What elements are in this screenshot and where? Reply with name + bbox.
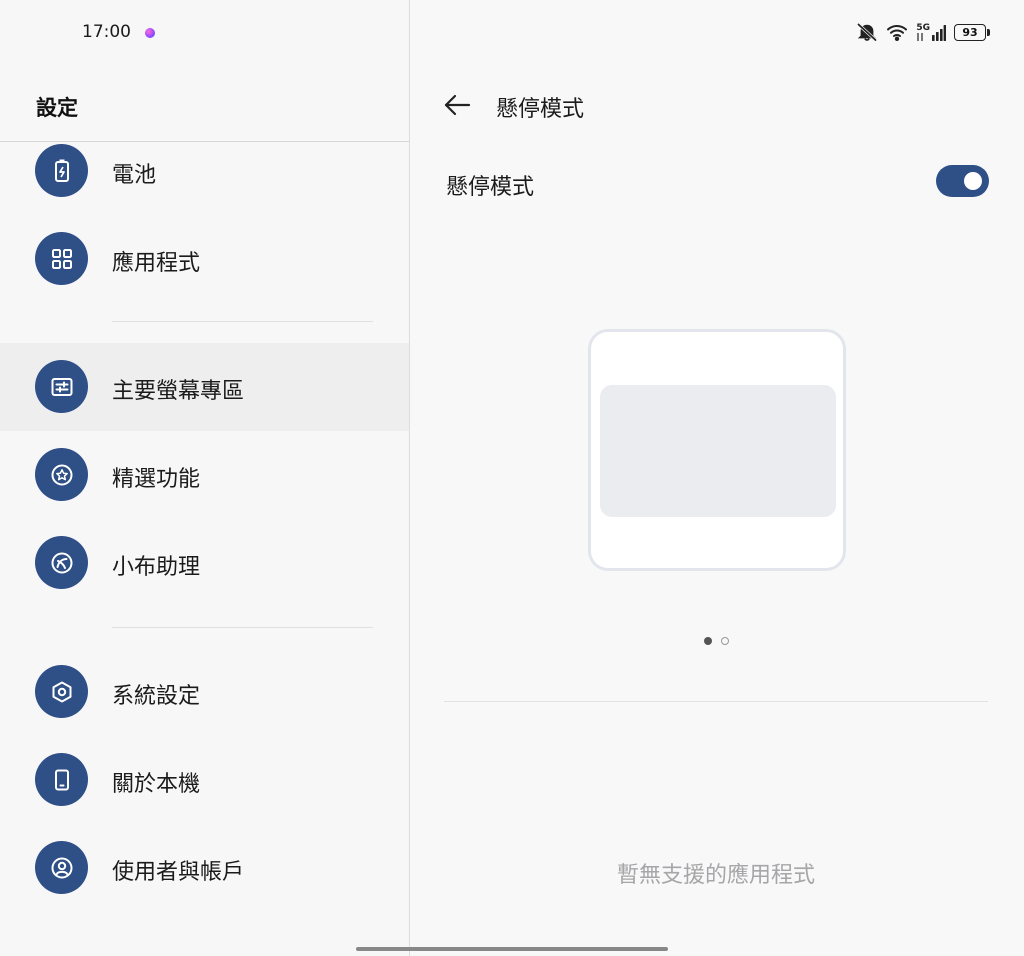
sidebar-item-label: 應用程式: [112, 251, 201, 276]
pager-dot-active[interactable]: [704, 637, 712, 645]
sliders-icon: [35, 360, 88, 413]
assistant-indicator-icon: [145, 28, 155, 38]
status-time: 17:00: [82, 22, 131, 42]
network-type: 5G: [916, 22, 930, 33]
section-divider: [444, 701, 988, 702]
toggle-knob: [964, 172, 982, 190]
empty-state-message: 暫無支援的應用程式: [616, 863, 815, 888]
pager-dot-inactive[interactable]: [721, 637, 729, 645]
sidebar-item-about-phone[interactable]: 關於本機: [0, 736, 409, 824]
phone-icon: [35, 753, 88, 806]
sidebar-item-featured[interactable]: 精選功能: [0, 431, 409, 519]
gesture-home-bar[interactable]: [356, 947, 668, 951]
hover-mode-label: 懸停模式: [446, 175, 535, 200]
sidebar-item-assistant[interactable]: 小布助理: [0, 519, 409, 607]
status-icons: 5G 93: [856, 22, 990, 42]
sidebar-item-home-screen[interactable]: 主要螢幕專區: [0, 343, 409, 431]
user-icon: [35, 841, 88, 894]
cellular-signal-icon: 5G: [916, 22, 946, 41]
sidebar-item-label: 關於本機: [112, 772, 201, 797]
hover-mode-preview: [588, 329, 846, 571]
wifi-icon: [886, 23, 908, 41]
sidebar-item-apps[interactable]: 應用程式: [0, 215, 409, 303]
preview-placeholder: [600, 385, 836, 517]
hexagon-gear-icon: [35, 665, 88, 718]
apps-grid-icon: [35, 232, 88, 285]
battery-icon: [35, 144, 88, 197]
sidebar-item-label: 系統設定: [112, 684, 201, 709]
mute-notifications-icon: [856, 22, 878, 42]
sidebar-item-battery[interactable]: 電池: [0, 127, 409, 215]
sidebar-item-label: 精選功能: [112, 467, 201, 492]
back-arrow-icon: [444, 94, 471, 116]
group-divider: [112, 321, 373, 322]
page-title: 懸停模式: [496, 97, 585, 122]
settings-sidebar: 17:00 設定 電池 應用程式 主要螢幕專區 精選功能 小布助理 系統設定 關…: [0, 0, 409, 956]
group-divider: [112, 627, 373, 628]
sidebar-item-label: 使用者與帳戶: [112, 860, 245, 885]
star-icon: [35, 448, 88, 501]
hover-mode-toggle[interactable]: [936, 165, 989, 197]
back-button[interactable]: [440, 88, 474, 122]
sidebar-title: 設定: [36, 96, 78, 120]
sidebar-item-label: 小布助理: [112, 555, 201, 580]
sidebar-item-users-accounts[interactable]: 使用者與帳戶: [0, 824, 409, 912]
battery-level: 93: [954, 23, 990, 41]
sidebar-item-system-settings[interactable]: 系統設定: [0, 648, 409, 736]
sidebar-item-label: 主要螢幕專區: [112, 379, 245, 404]
sidebar-item-label: 電池: [112, 163, 157, 188]
assistant-icon: [35, 536, 88, 589]
